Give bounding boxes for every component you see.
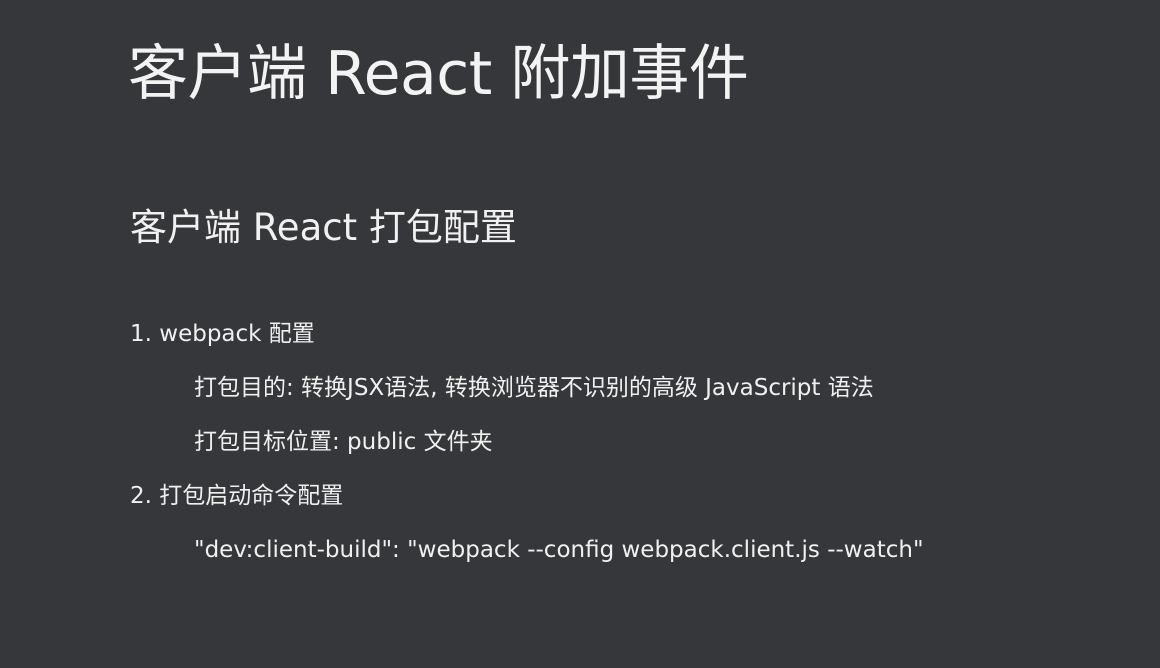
list-item-start-command: 2. 打包启动命令配置 bbox=[130, 483, 344, 509]
slide-title: 客户端 React 附加事件 bbox=[128, 39, 749, 109]
slide-subtitle: 客户端 React 打包配置 bbox=[130, 206, 517, 249]
list-subitem-bundle-purpose: 打包目的: 转换JSX语法, 转换浏览器不识别的高级 JavaScript 语法 bbox=[194, 375, 874, 401]
list-subitem-bundle-target: 打包目标位置: public 文件夹 bbox=[194, 429, 493, 455]
presentation-slide: 客户端 React 附加事件 客户端 React 打包配置 1. webpack… bbox=[0, 0, 1160, 668]
list-item-webpack-config: 1. webpack 配置 bbox=[130, 321, 315, 347]
list-subitem-command-code: "dev:client-build": "webpack --config we… bbox=[194, 537, 924, 563]
